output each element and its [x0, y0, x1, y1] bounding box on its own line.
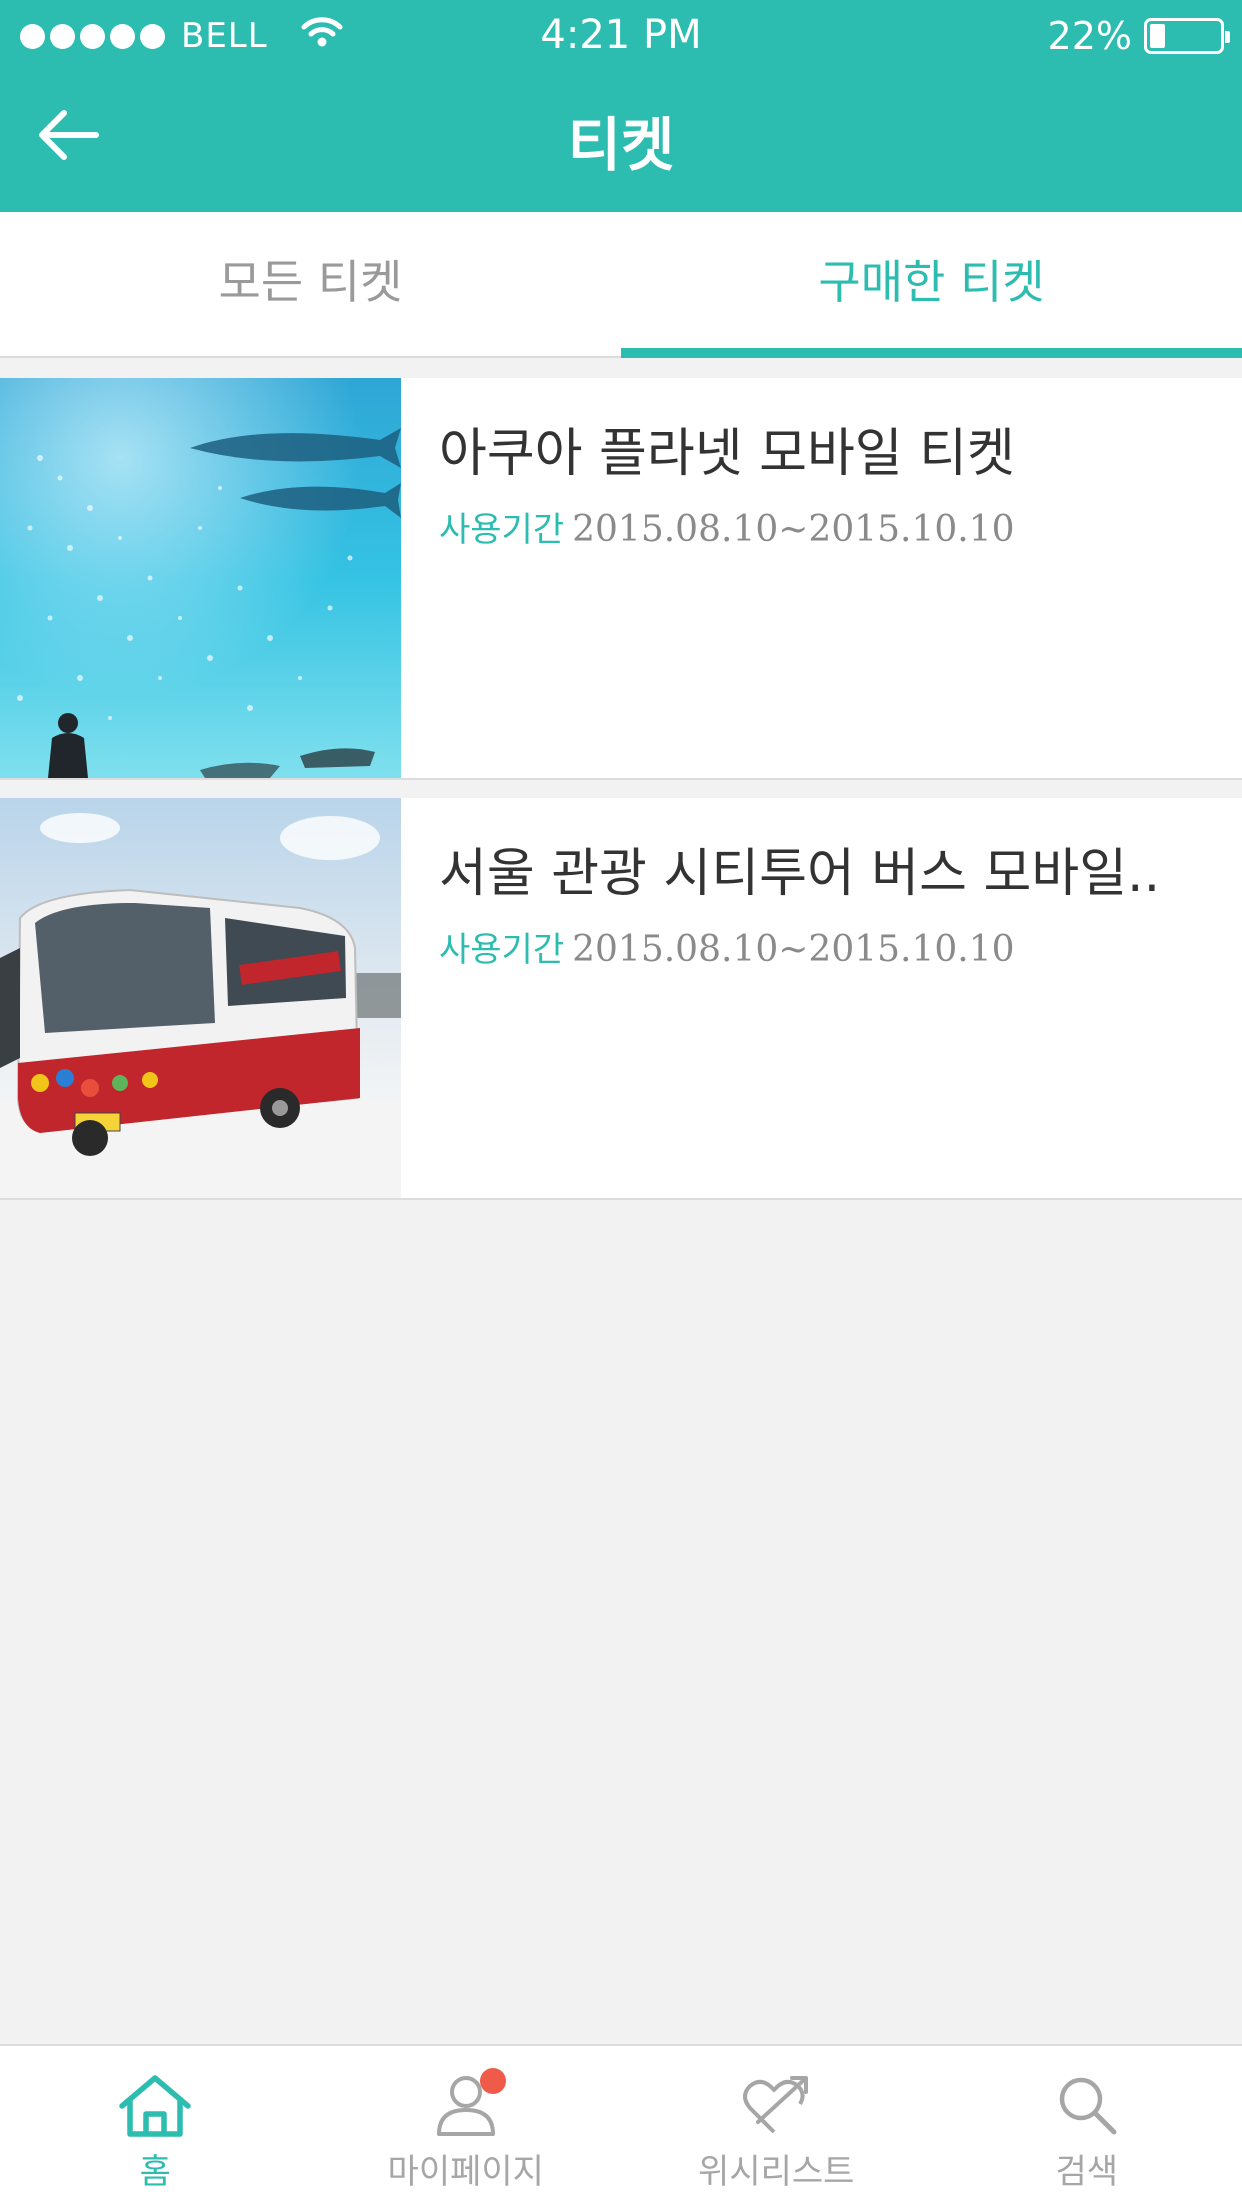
home-icon — [115, 2070, 195, 2140]
heart-arrow-icon — [736, 2070, 816, 2140]
ticket-info: 아쿠아 플라넷 모바일 티켓 사용기간 2015.08.10~2015.10.10 — [401, 378, 1242, 778]
notification-badge — [479, 2068, 506, 2094]
battery-icon — [1144, 18, 1230, 54]
nav-mypage[interactable]: 마이페이지 — [311, 2046, 622, 2208]
nav-label: 홈 — [139, 2152, 171, 2192]
nav-label: 검색 — [1055, 2152, 1119, 2192]
app-header: BELL 4:21 PM 22% 티켓 — [0, 0, 1242, 212]
ticket-item[interactable]: 아쿠아 플라넷 모바일 티켓 사용기간 2015.08.10~2015.10.10 — [0, 378, 1242, 780]
status-bar: BELL 4:21 PM 22% — [0, 0, 1242, 70]
nav-label: 마이페이지 — [387, 2152, 544, 2192]
tab-purchased-tickets[interactable]: 구매한 티켓 — [621, 212, 1242, 358]
nav-search[interactable]: 검색 — [932, 2046, 1242, 2208]
user-icon — [426, 2068, 506, 2140]
ticket-info: 서울 관광 시티투어 버스 모바일.. 사용기간 2015.08.10~2015.… — [401, 798, 1242, 1198]
period-value: 2015.08.10~2015.10.10 — [572, 509, 1015, 550]
nav-wishlist[interactable]: 위시리스트 — [621, 2046, 932, 2208]
period-label: 사용기간 — [439, 930, 565, 970]
nav-label: 위시리스트 — [698, 2152, 855, 2192]
ticket-period: 사용기간 2015.08.10~2015.10.10 — [439, 922, 1242, 971]
period-label: 사용기간 — [439, 510, 565, 550]
ticket-period: 사용기간 2015.08.10~2015.10.10 — [439, 502, 1242, 551]
ticket-tabs: 모든 티켓 구매한 티켓 — [0, 212, 1242, 358]
battery-percent: 22% — [1047, 14, 1132, 58]
city-tour-bus-photo — [0, 798, 401, 1198]
nav-home[interactable]: 홈 — [0, 2046, 311, 2208]
bottom-nav: 홈 마이페이지 위시리스트 검색 — [0, 2044, 1242, 2208]
page-title: 티켓 — [567, 111, 675, 179]
ticket-item[interactable]: 서울 관광 시티투어 버스 모바일.. 사용기간 2015.08.10~2015.… — [0, 798, 1242, 1200]
status-right: 22% — [1047, 14, 1230, 58]
ticket-list: 아쿠아 플라넷 모바일 티켓 사용기간 2015.08.10~2015.10.10 — [0, 378, 1242, 1218]
search-icon — [1047, 2070, 1127, 2140]
battery-level — [1150, 24, 1165, 48]
period-value: 2015.08.10~2015.10.10 — [572, 929, 1015, 970]
tab-all-tickets[interactable]: 모든 티켓 — [0, 212, 621, 356]
aquarium-photo — [0, 378, 401, 778]
ticket-title: 아쿠아 플라넷 모바일 티켓 — [439, 424, 1015, 484]
ticket-title: 서울 관광 시티투어 버스 모바일.. — [439, 844, 1161, 904]
